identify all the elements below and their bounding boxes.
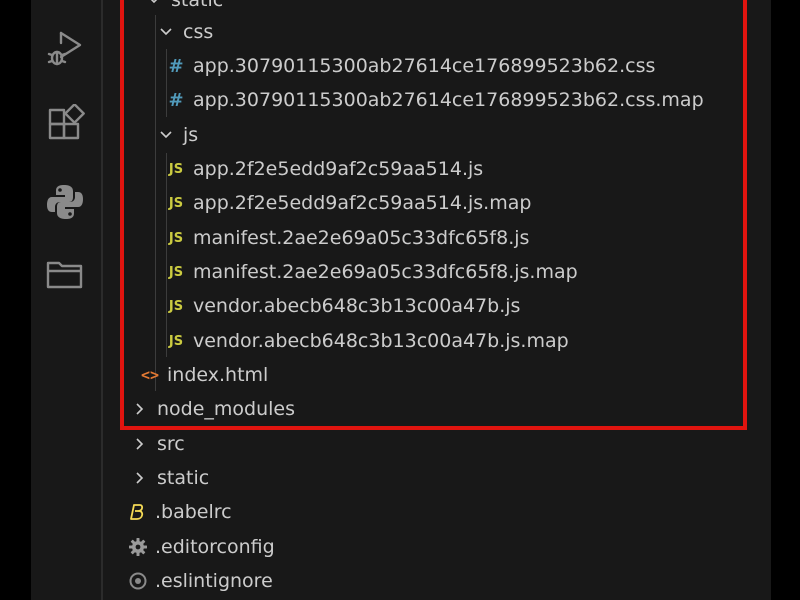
js-file-icon: JS bbox=[168, 161, 184, 177]
tree-file-js[interactable]: JS manifest.2ae2e69a05c33dfc65f8.js bbox=[103, 221, 800, 255]
chevron-right-icon bbox=[129, 467, 151, 489]
tree-file-js-map[interactable]: JS manifest.2ae2e69a05c33dfc65f8.js.map bbox=[103, 255, 800, 289]
chevron-right-icon bbox=[129, 433, 151, 455]
chevron-down-icon bbox=[155, 124, 177, 146]
gear-icon bbox=[127, 536, 149, 558]
tree-label: src bbox=[157, 433, 185, 455]
tree-label: vendor.abecb648c3b13c00a47b.js bbox=[193, 295, 521, 317]
tree-file-html[interactable]: <> index.html bbox=[103, 358, 800, 392]
tree-label: app.2f2e5edd9af2c59aa514.js bbox=[193, 158, 484, 180]
tree-label: static bbox=[157, 467, 210, 489]
vscode-window: static css # app.30790115300ab27614ce176… bbox=[0, 0, 800, 600]
tree-label: .eslintignore bbox=[155, 570, 273, 592]
chevron-right-icon bbox=[129, 398, 151, 420]
tree-folder-css[interactable]: css bbox=[103, 15, 800, 49]
tree-label: css bbox=[183, 21, 214, 43]
tree-label: .editorconfig bbox=[155, 536, 275, 558]
explorer-panel: static css # app.30790115300ab27614ce176… bbox=[103, 0, 771, 600]
html-file-icon: <> bbox=[140, 366, 160, 384]
eslint-ignore-icon bbox=[127, 570, 149, 592]
tree-folder-src[interactable]: src bbox=[103, 427, 797, 461]
js-file-icon: JS bbox=[168, 333, 184, 349]
tree-file-js-map[interactable]: JS vendor.abecb648c3b13c00a47b.js.map bbox=[103, 324, 800, 358]
tree-folder-node-modules[interactable]: node_modules bbox=[103, 392, 797, 426]
tree-label: manifest.2ae2e69a05c33dfc65f8.js.map bbox=[193, 261, 578, 283]
tree-file-css-map[interactable]: # app.30790115300ab27614ce176899523b62.c… bbox=[103, 83, 800, 117]
tree-folder-static-root[interactable]: static bbox=[103, 461, 797, 495]
tree-label: app.2f2e5edd9af2c59aa514.js.map bbox=[193, 192, 532, 214]
css-file-icon: # bbox=[168, 55, 184, 77]
tree-file-js[interactable]: JS app.2f2e5edd9af2c59aa514.js bbox=[103, 152, 800, 186]
extensions-icon[interactable] bbox=[44, 104, 86, 146]
folder-icon[interactable] bbox=[44, 254, 86, 296]
tree-label: app.30790115300ab27614ce176899523b62.css… bbox=[193, 89, 704, 111]
tree-label: static bbox=[171, 0, 224, 11]
scrollbar-gutter bbox=[771, 0, 800, 600]
tree-label: manifest.2ae2e69a05c33dfc65f8.js bbox=[193, 227, 530, 249]
activity-bar bbox=[31, 0, 101, 600]
run-debug-icon[interactable] bbox=[44, 26, 86, 68]
chevron-down-icon bbox=[143, 0, 165, 11]
tree-file-editorconfig[interactable]: .editorconfig bbox=[103, 530, 795, 564]
tree-file-eslintignore[interactable]: .eslintignore bbox=[103, 564, 795, 598]
tree-file-js[interactable]: JS vendor.abecb648c3b13c00a47b.js bbox=[103, 289, 800, 323]
tree-label: vendor.abecb648c3b13c00a47b.js.map bbox=[193, 330, 569, 352]
js-file-icon: JS bbox=[168, 298, 184, 314]
tree-label: node_modules bbox=[157, 398, 296, 420]
tree-file-babelrc[interactable]: .babelrc bbox=[103, 495, 795, 529]
babel-file-icon bbox=[127, 501, 149, 523]
tree-folder-js[interactable]: js bbox=[103, 118, 800, 152]
tree-label: js bbox=[183, 124, 199, 146]
tree-label: index.html bbox=[167, 364, 269, 386]
tree-label: .babelrc bbox=[155, 501, 232, 523]
js-file-icon: JS bbox=[168, 264, 184, 280]
chevron-down-icon bbox=[155, 21, 177, 43]
tree-label: app.30790115300ab27614ce176899523b62.css bbox=[193, 55, 656, 77]
css-file-icon: # bbox=[168, 89, 184, 111]
tree-file-css[interactable]: # app.30790115300ab27614ce176899523b62.c… bbox=[103, 49, 800, 83]
js-file-icon: JS bbox=[168, 195, 184, 211]
tree-file-js-map[interactable]: JS app.2f2e5edd9af2c59aa514.js.map bbox=[103, 186, 800, 220]
js-file-icon: JS bbox=[168, 230, 184, 246]
python-icon[interactable] bbox=[44, 181, 86, 223]
